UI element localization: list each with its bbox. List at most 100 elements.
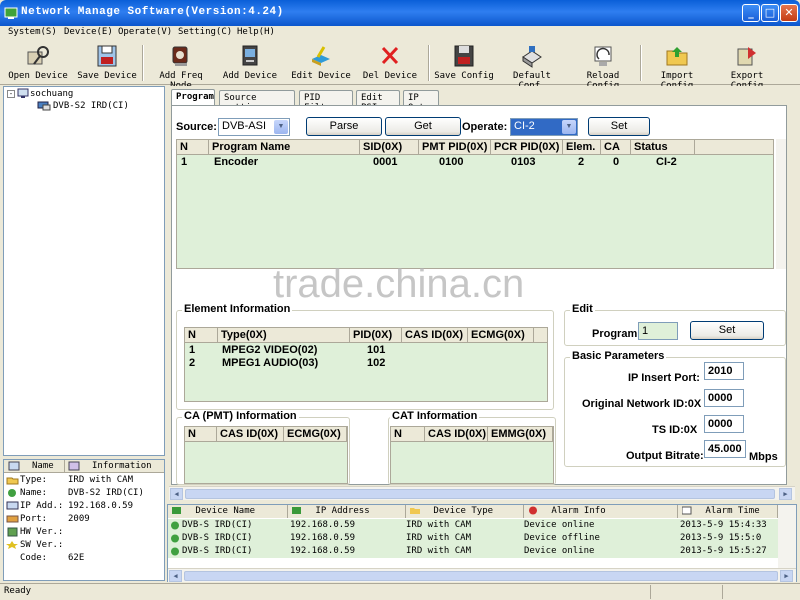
col-program-name[interactable]: Program Name: [209, 140, 360, 155]
ca-table: N CAS ID(0X) ECMG(0X): [184, 426, 348, 484]
col-n[interactable]: N: [185, 328, 218, 343]
alarm-col-label: Device Name: [195, 506, 256, 516]
tree-root-label[interactable]: sochuang: [30, 89, 73, 99]
program-table-scrollbar[interactable]: [776, 139, 786, 269]
cat-info-title: CAT Information: [390, 410, 480, 422]
col-emmg[interactable]: EMMG(0X): [488, 427, 553, 442]
del-device-button[interactable]: Del Device: [362, 43, 418, 83]
device-type-header-icon: [410, 508, 420, 514]
menu-device[interactable]: Device(E): [64, 27, 113, 37]
tab-pid-filter[interactable]: PID Filter: [299, 90, 353, 113]
col-n[interactable]: N: [185, 427, 217, 442]
property-label: Name:: [20, 488, 48, 498]
header-divider: [64, 460, 65, 473]
col-type[interactable]: Type(0X): [218, 328, 350, 343]
alarm-device-type: IRD with CAM: [406, 546, 472, 556]
main-horizontal-scrollbar[interactable]: ◀ ▶: [169, 486, 795, 500]
col-pmt-pid[interactable]: PMT PID(0X): [419, 140, 491, 155]
menu-setting[interactable]: Setting(C): [178, 27, 232, 37]
parse-button[interactable]: Parse: [306, 117, 382, 136]
export-config-button[interactable]: Export Config: [713, 43, 781, 91]
open-device-button[interactable]: Open Device: [6, 43, 70, 83]
reload-config-icon: [594, 46, 612, 66]
table-row[interactable]: DVB-S IRD(CI) 192.168.0.59 IRD with CAM …: [168, 519, 778, 532]
minimize-button[interactable]: _: [742, 4, 760, 22]
close-button[interactable]: ✕: [780, 4, 798, 22]
menu-system[interactable]: System(S): [8, 27, 57, 37]
properties-name-header: Name: [32, 461, 54, 471]
default-conf-button[interactable]: Default Conf.: [500, 43, 564, 91]
save-device-button[interactable]: Save Device: [76, 43, 138, 83]
col-n[interactable]: N: [391, 427, 425, 442]
property-label: HW Ver.:: [20, 527, 64, 537]
cell-n: 1: [181, 156, 188, 168]
maximize-button[interactable]: □: [761, 4, 779, 22]
ip-insert-port-input[interactable]: 2010: [704, 362, 744, 380]
get-button[interactable]: Get: [385, 117, 461, 136]
chevron-down-icon[interactable]: ▼: [562, 120, 576, 134]
alarm-vertical-scrollbar[interactable]: [778, 505, 796, 569]
operate-select-value: CI-2: [514, 120, 535, 132]
tab-ip-out[interactable]: IP Out: [403, 90, 439, 113]
table-row[interactable]: 1 MPEG2 VIDEO(02) 101: [185, 343, 547, 356]
alarm-col-alarm-info[interactable]: Alarm Info: [524, 505, 678, 518]
tab-source-setting[interactable]: Source setting: [219, 90, 295, 113]
scroll-thumb[interactable]: [185, 489, 775, 499]
col-ecmg[interactable]: ECMG(0X): [468, 328, 534, 343]
alarm-col-device-type[interactable]: Device Type: [406, 505, 524, 518]
edit-program-input[interactable]: 1: [638, 322, 678, 340]
tsid-input[interactable]: 0000: [704, 415, 744, 433]
add-device-button[interactable]: Add Device: [222, 43, 278, 83]
type-icon: [6, 477, 19, 485]
operate-set-button[interactable]: Set: [588, 117, 650, 136]
scroll-right-arrow-icon[interactable]: ▶: [780, 570, 793, 582]
col-cas-id[interactable]: CAS ID(0X): [425, 427, 488, 442]
table-row[interactable]: 2 MPEG1 AUDIO(03) 102: [185, 356, 547, 369]
alarm-col-device-name[interactable]: Device Name: [168, 505, 288, 518]
import-config-button[interactable]: Import Config: [644, 43, 710, 91]
table-row[interactable]: DVB-S IRD(CI) 192.168.0.59 IRD with CAM …: [168, 532, 778, 545]
alarm-horizontal-scrollbar[interactable]: ◀ ▶: [168, 568, 796, 582]
add-freq-node-button[interactable]: Add Freq Node: [148, 43, 214, 91]
add-device-label: Add Device: [222, 71, 278, 81]
col-sid[interactable]: SID(0X): [360, 140, 419, 155]
col-cas-id[interactable]: CAS ID(0X): [402, 328, 468, 343]
title-bar[interactable]: Network Manage Software(Version:4.24) _ …: [0, 0, 800, 26]
tree-device-item[interactable]: DVB-S2 IRD(CI): [53, 101, 129, 111]
col-ca[interactable]: CA: [601, 140, 631, 155]
property-row-name: Name: DVB-S2 IRD(CI): [4, 487, 164, 500]
col-ecmg[interactable]: ECMG(0X): [284, 427, 347, 442]
edit-device-icon: [312, 46, 330, 66]
alarm-col-alarm-time[interactable]: Alarm Time: [678, 505, 778, 518]
edit-device-button[interactable]: Edit Device: [291, 43, 351, 83]
scroll-left-arrow-icon[interactable]: ◀: [169, 570, 182, 582]
save-config-button[interactable]: Save Config: [434, 43, 494, 83]
chevron-down-icon[interactable]: ▼: [274, 120, 288, 134]
scroll-right-arrow-icon[interactable]: ▶: [779, 488, 792, 500]
col-cas-id[interactable]: CAS ID(0X): [217, 427, 284, 442]
source-select[interactable]: DVB-ASI ▼: [218, 118, 290, 136]
operate-select[interactable]: CI-2 ▼: [510, 118, 578, 136]
table-row[interactable]: DVB-S IRD(CI) 192.168.0.59 IRD with CAM …: [168, 545, 778, 558]
onid-input[interactable]: 0000: [704, 389, 744, 407]
edit-set-button[interactable]: Set: [690, 321, 764, 340]
menu-bar: System(S) Device(E) Operate(V) Setting(C…: [0, 26, 800, 41]
menu-help[interactable]: Help(H): [237, 27, 275, 37]
col-n[interactable]: N: [177, 140, 209, 155]
menu-operate[interactable]: Operate(V): [118, 27, 172, 37]
reload-config-button[interactable]: Reload Config: [570, 43, 636, 91]
bitrate-input[interactable]: 45.000: [704, 440, 746, 458]
scroll-left-arrow-icon[interactable]: ◀: [170, 488, 183, 500]
scroll-thumb[interactable]: [184, 571, 778, 581]
alarm-col-ip-address[interactable]: IP Address: [288, 505, 406, 518]
col-pid[interactable]: PID(0X): [350, 328, 402, 343]
col-pcr-pid[interactable]: PCR PID(0X): [491, 140, 563, 155]
tab-edit-psi[interactable]: Edit PSI: [356, 90, 400, 113]
table-row[interactable]: 1 Encoder 0001 0100 0103 2 0 CI-2: [177, 155, 773, 169]
col-status[interactable]: Status: [631, 140, 695, 155]
property-row-type: Type: IRD with CAM: [4, 474, 164, 487]
col-elem[interactable]: Elem.: [563, 140, 601, 155]
tree-collapse-toggle[interactable]: -: [7, 90, 15, 98]
tab-program[interactable]: Program: [171, 89, 215, 106]
cat-table: N CAS ID(0X) EMMG(0X): [390, 426, 554, 484]
